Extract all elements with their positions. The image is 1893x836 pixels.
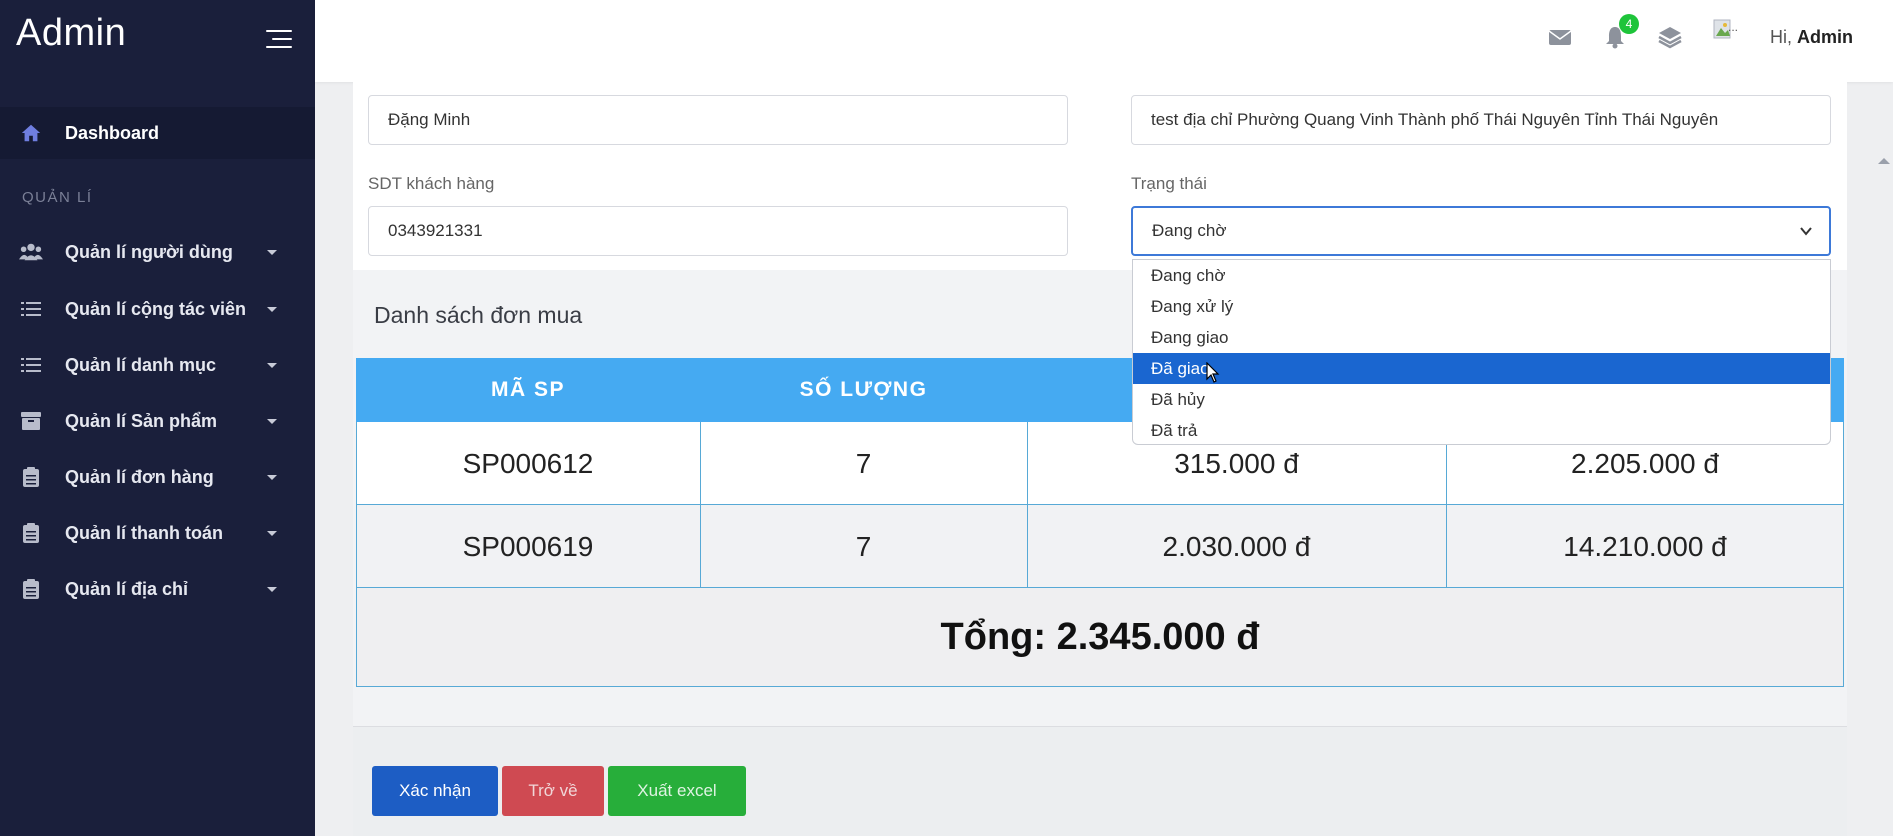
- sidebar-item-payments[interactable]: Quản lí thanh toán: [0, 511, 315, 555]
- notification-badge: 4: [1619, 14, 1639, 34]
- caret-down-icon: [267, 418, 277, 424]
- greeting-text: Hi,: [1770, 27, 1792, 47]
- status-select-value: Đang chờ: [1152, 221, 1227, 240]
- export-excel-button[interactable]: Xuất excel: [608, 766, 746, 816]
- order-total: Tổng: 2.345.000 đ: [940, 615, 1260, 658]
- mouse-cursor-icon: [1206, 362, 1220, 383]
- status-select[interactable]: Đang chờ: [1131, 206, 1831, 256]
- box-icon: [19, 410, 43, 432]
- sidebar-item-orders[interactable]: Quản lí đơn hàng: [0, 455, 315, 499]
- cell-code: SP000619: [462, 530, 594, 562]
- cell-qty: 7: [855, 447, 872, 479]
- back-button[interactable]: Trở về: [502, 766, 604, 816]
- column-header-code: MÃ SP: [490, 378, 565, 401]
- status-option[interactable]: Đang chờ: [1133, 260, 1830, 291]
- users-icon: [19, 241, 43, 263]
- sidebar-item-label: Quản lí Sản phẩm: [65, 410, 218, 431]
- caret-down-icon: [267, 362, 277, 368]
- customer-name-field[interactable]: Đặng Minh: [368, 95, 1068, 145]
- cell-code: SP000612: [462, 447, 594, 479]
- sidebar-item-addresses[interactable]: Quản lí địa chỉ: [0, 567, 315, 611]
- layers-icon[interactable]: [1657, 24, 1683, 50]
- cell-price: 2.030.000 đ: [1162, 530, 1311, 562]
- status-option-highlighted[interactable]: Đã giao: [1133, 353, 1830, 384]
- phone-label: SDT khách hàng: [368, 174, 495, 193]
- status-dropdown-list: Đang chờ Đang xử lý Đang giao Đã giao Đã…: [1132, 259, 1831, 445]
- caret-down-icon: [267, 474, 277, 480]
- list-icon: [19, 298, 43, 320]
- sidebar-item-categories[interactable]: Quản lí danh mục: [0, 343, 315, 387]
- menu-toggle-icon[interactable]: [266, 28, 292, 50]
- clipboard-icon: [19, 522, 43, 544]
- clipboard-icon: [19, 466, 43, 488]
- status-label: Trạng thái: [1131, 174, 1207, 193]
- status-option[interactable]: Đã hủy: [1133, 384, 1830, 415]
- phone-field[interactable]: 0343921331: [368, 206, 1068, 256]
- caret-down-icon: [267, 586, 277, 592]
- status-option[interactable]: Đang giao: [1133, 322, 1830, 353]
- sidebar-item-label: Dashboard: [65, 122, 160, 143]
- confirm-button[interactable]: Xác nhận: [372, 766, 498, 816]
- chevron-down-icon: [1800, 227, 1812, 236]
- status-option[interactable]: Đã trả: [1133, 415, 1830, 446]
- sidebar-item-label: Quản lí cộng tác viên: [65, 298, 247, 319]
- sidebar-item-dashboard[interactable]: Dashboard: [0, 107, 315, 159]
- sidebar-item-collaborators[interactable]: Quản lí cộng tác viên: [0, 287, 315, 331]
- sidebar-item-label: Quản lí thanh toán: [65, 522, 223, 543]
- sidebar-item-label: Quản lí danh mục: [65, 354, 217, 375]
- scroll-up-icon[interactable]: [1878, 158, 1890, 164]
- sidebar: Admin Dashboard QUẢN LÍ Quản lí người dù…: [0, 0, 315, 836]
- cell-subtotal: 14.210.000 đ: [1563, 530, 1727, 562]
- user-greeting[interactable]: Hi, Admin: [1770, 27, 1853, 48]
- sidebar-item-users[interactable]: Quản lí người dùng: [0, 230, 315, 274]
- total-row: Tổng: 2.345.000 đ: [356, 588, 1844, 687]
- caret-down-icon: [267, 530, 277, 536]
- sidebar-item-products[interactable]: Quản lí Sản phẩm: [0, 399, 315, 443]
- caret-down-icon: [267, 306, 277, 312]
- mail-icon[interactable]: [1547, 24, 1573, 50]
- address-field[interactable]: test địa chỉ Phường Quang Vinh Thành phố…: [1131, 95, 1831, 145]
- sidebar-item-label: Quản lí người dùng: [65, 241, 233, 262]
- order-list-title: Danh sách đơn mua: [374, 302, 583, 328]
- clipboard-icon: [19, 578, 43, 600]
- brand-title: Admin: [16, 12, 127, 54]
- column-header-qty: SỐ LƯỢNG: [799, 378, 928, 401]
- sidebar-section-title: QUẢN LÍ: [22, 189, 93, 206]
- cell-qty: 7: [855, 530, 872, 562]
- caret-down-icon: [267, 249, 277, 255]
- sidebar-item-label: Quản lí địa chỉ: [65, 578, 189, 599]
- sidebar-item-label: Quản lí đơn hàng: [65, 466, 214, 487]
- status-option[interactable]: Đang xử lý: [1133, 291, 1830, 322]
- list-icon: [19, 354, 43, 376]
- home-icon: [21, 124, 41, 142]
- avatar-alt-text: ...: [1728, 20, 1739, 34]
- user-name: Admin: [1797, 27, 1854, 47]
